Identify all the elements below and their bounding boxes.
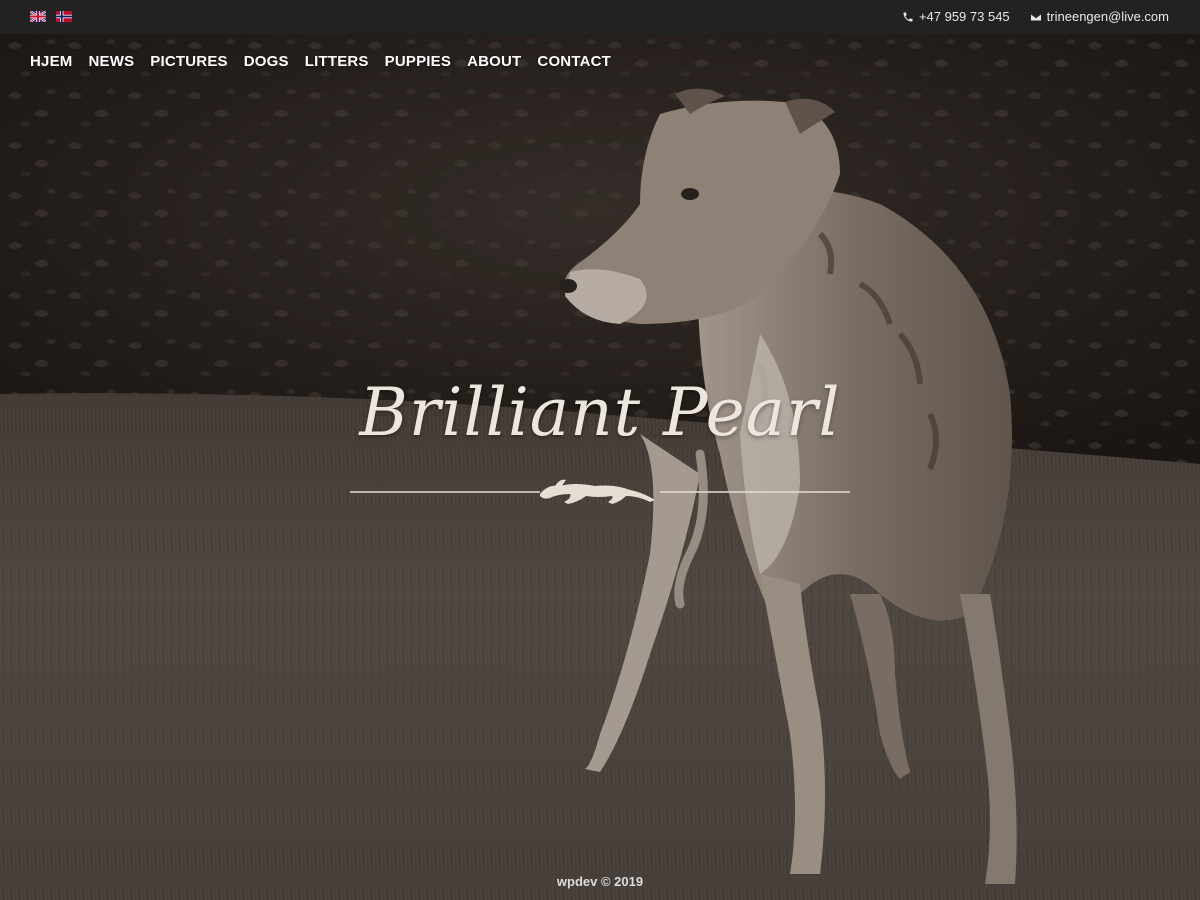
nav-item-news[interactable]: NEWS (88, 53, 134, 70)
running-greyhound-icon (540, 479, 655, 504)
norwegian-flag-icon[interactable] (56, 11, 72, 22)
nav-item-about[interactable]: ABOUT (467, 53, 521, 70)
nav-item-litters[interactable]: LITTERS (305, 53, 369, 70)
envelope-icon (1030, 13, 1041, 20)
english-flag-icon[interactable] (30, 11, 46, 22)
main-navigation: HJEM NEWS PICTURES DOGS LITTERS PUPPIES … (30, 53, 611, 70)
brand-block: Brilliant Pearl (300, 374, 900, 451)
phone-number: +47 959 73 545 (918, 9, 1010, 24)
nav-item-dogs[interactable]: DOGS (244, 53, 289, 70)
phone-icon (903, 12, 913, 21)
footer-credit: wpdev © 2019 (556, 874, 644, 889)
email-link[interactable]: trineengen@live.com (1030, 9, 1169, 24)
contact-info: +47 959 73 545 trineengen@live.com (902, 9, 1169, 24)
site-title: Brilliant Pearl (359, 374, 841, 451)
nav-item-pictures[interactable]: PICTURES (150, 53, 227, 70)
hero-section: HJEM NEWS PICTURES DOGS LITTERS PUPPIES … (0, 34, 1200, 900)
phone-link[interactable]: +47 959 73 545 (902, 9, 1010, 24)
hero-background-image (0, 34, 1200, 900)
top-bar: +47 959 73 545 trineengen@live.com (0, 0, 1200, 34)
email-address: trineengen@live.com (1046, 9, 1169, 24)
nav-item-hjem[interactable]: HJEM (30, 53, 72, 70)
language-switcher (30, 11, 72, 22)
nav-item-contact[interactable]: CONTACT (537, 53, 611, 70)
nav-item-puppies[interactable]: PUPPIES (385, 53, 451, 70)
title-divider (350, 479, 850, 504)
